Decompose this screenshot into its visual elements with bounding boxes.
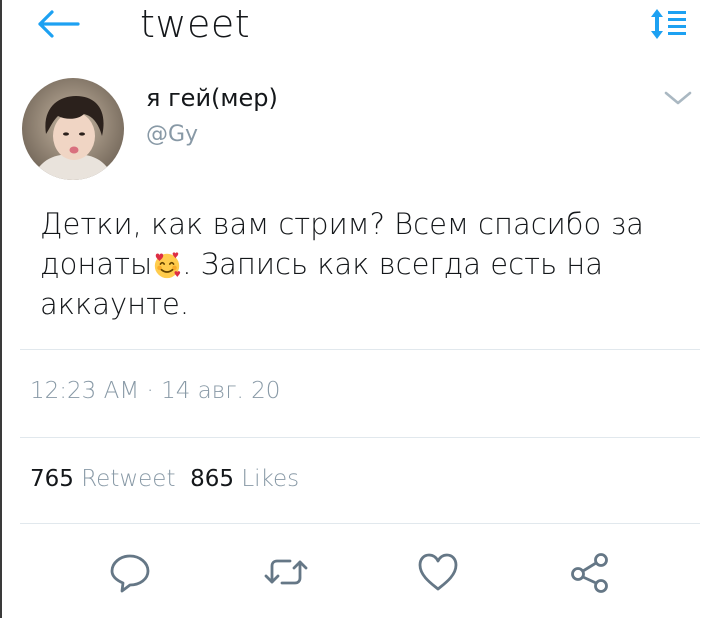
timestamp-separator: ·	[146, 378, 154, 404]
avatar-photo	[22, 78, 124, 180]
retweet-button[interactable]	[262, 548, 310, 596]
divider	[20, 349, 700, 350]
divider	[20, 523, 700, 524]
sort-lines-icon	[651, 9, 686, 39]
screen-edge-bar	[0, 0, 2, 618]
retweets-stat[interactable]: 765 Retweet	[30, 466, 175, 492]
likes-stat[interactable]: 865 Likes	[190, 466, 299, 492]
author-handle[interactable]: @Gy	[146, 122, 198, 147]
heart-icon	[418, 553, 458, 591]
back-button[interactable]	[34, 6, 82, 42]
arrow-left-icon	[38, 10, 80, 38]
share-icon	[571, 553, 608, 593]
tweet-stats: 765 Retweet 865 Likes	[30, 466, 299, 492]
reply-icon	[110, 554, 150, 593]
author-display-name[interactable]: я гей(мер)	[146, 84, 278, 112]
retweet-icon	[264, 559, 308, 585]
tweet-time: 12:23 AM	[30, 378, 140, 404]
like-button[interactable]	[414, 548, 462, 596]
retweets-count: 765	[30, 466, 74, 492]
tweet-menu-button[interactable]	[662, 86, 694, 110]
likes-count: 865	[190, 466, 234, 492]
tweet-text: Детки, как вам стрим? Всем спасибо за до…	[40, 204, 680, 324]
divider	[20, 437, 700, 438]
smiling-face-with-hearts-emoji	[155, 252, 181, 279]
retweets-label: Retweet	[81, 466, 176, 492]
likes-label: Likes	[241, 466, 300, 492]
tweet-date: 14 авг. 20	[161, 378, 281, 404]
reply-button[interactable]	[106, 548, 154, 596]
page-title: tweet	[140, 2, 251, 46]
chevron-down-icon	[664, 91, 692, 105]
avatar[interactable]	[22, 78, 124, 180]
tweet-timestamp: 12:23 AM · 14 авг. 20	[30, 378, 280, 404]
share-button[interactable]	[566, 548, 614, 596]
sort-button[interactable]	[648, 6, 692, 42]
